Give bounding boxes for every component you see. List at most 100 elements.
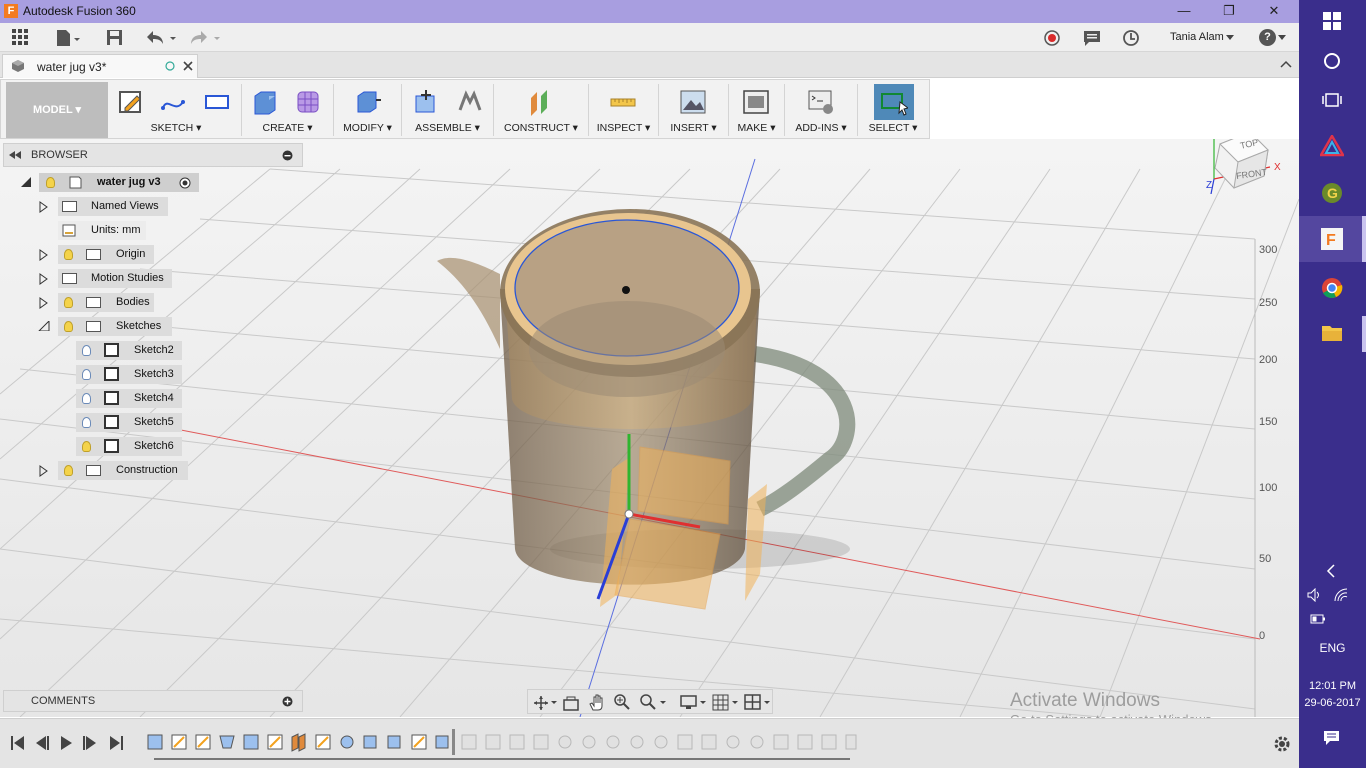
visibility-bulb-icon[interactable] [82,441,91,452]
construct-group[interactable]: CONSTRUCT ▾ [494,84,589,136]
expand-triangle-icon[interactable] [39,465,48,477]
minimize-button[interactable]: — [1161,0,1207,23]
modify-group[interactable]: MODIFY ▾ [334,84,402,136]
clock-date[interactable]: 29-06-2017 [1299,697,1366,709]
collapse-triangle-icon[interactable] [38,321,50,331]
tree-item-sketch6[interactable]: Sketch6 [76,437,182,456]
timeline-marker[interactable] [452,729,455,755]
tree-item-sketch2[interactable]: Sketch2 [76,341,182,360]
expand-triangle-icon[interactable] [39,297,48,309]
tree-item-origin[interactable]: Origin [58,245,154,264]
visibility-bulb-icon[interactable] [64,297,73,308]
visibility-bulb-icon[interactable] [64,321,73,332]
tree-item-sketch4[interactable]: Sketch4 [76,389,182,408]
new-component-icon[interactable] [412,88,440,116]
add-comment-icon[interactable] [282,696,293,707]
data-panel-grid-icon[interactable] [12,29,30,47]
restore-button[interactable]: ❐ [1206,0,1252,23]
create-group[interactable]: CREATE ▾ [242,84,334,136]
tree-item-sketches[interactable]: Sketches [58,317,172,336]
inspect-group[interactable]: INSPECT ▾ [589,84,659,136]
3d-print-icon[interactable] [742,88,770,116]
collapse-panel-icon[interactable] [9,151,21,160]
undo-icon[interactable] [145,29,179,47]
document-tab[interactable]: water jug v3* [2,54,198,78]
look-at-icon[interactable] [563,695,579,711]
browser-panel-header[interactable]: BROWSER [3,143,303,167]
tree-item-units[interactable]: Units: mm [58,221,146,240]
cortana-search-icon[interactable] [1323,52,1341,70]
expand-triangle-icon[interactable] [20,177,32,187]
visibility-bulb-icon[interactable] [46,177,55,188]
tree-item-sketch3[interactable]: Sketch3 [76,365,182,384]
collapse-ribbon-icon[interactable] [1280,60,1292,68]
hidden-bulb-icon[interactable] [82,393,91,404]
zoom-icon[interactable] [614,694,630,711]
make-group[interactable]: MAKE ▾ [729,84,785,136]
fusion-taskbar-icon[interactable]: F [1321,228,1343,250]
action-center-icon[interactable] [1323,730,1340,746]
timeline-settings-gear-icon[interactable] [1273,735,1291,753]
line-icon[interactable] [159,88,187,116]
measure-icon[interactable] [609,88,637,116]
tree-item-construction[interactable]: Construction [58,461,188,480]
select-group[interactable]: SELECT ▾ [858,84,928,136]
offset-plane-icon[interactable] [527,88,555,116]
orbit-icon[interactable] [533,695,557,711]
hidden-bulb-icon[interactable] [82,345,91,356]
timeline-suppressed-features[interactable] [458,731,858,753]
fit-view-icon[interactable] [640,694,668,711]
tree-item-motion-studies[interactable]: Motion Studies [58,269,172,288]
close-button[interactable]: ✕ [1251,0,1297,23]
activate-component-icon[interactable] [179,177,191,189]
help-button[interactable]: ? [1259,29,1276,46]
help-chevron-icon[interactable] [1278,35,1287,41]
assemble-group[interactable]: ASSEMBLE ▾ [402,84,494,136]
visibility-bulb-icon[interactable] [64,249,73,260]
tree-item-sketch5[interactable]: Sketch5 [76,413,182,432]
grid-settings-icon[interactable] [712,694,740,711]
expand-triangle-icon[interactable] [39,249,48,261]
timeline-features[interactable] [146,731,456,753]
wifi-icon[interactable] [1333,588,1349,602]
volume-icon[interactable] [1307,588,1323,602]
user-menu[interactable]: Tania Alam [1170,31,1224,43]
rectangle-icon[interactable] [203,88,231,116]
extrude-icon[interactable] [251,88,279,116]
record-icon[interactable] [1044,30,1061,47]
insert-image-icon[interactable] [679,88,707,116]
chrome-icon[interactable] [1321,277,1343,299]
sketch-group[interactable]: SKETCH ▾ [111,84,242,136]
battery-icon[interactable] [1310,613,1326,625]
job-status-icon[interactable] [1123,30,1140,47]
pan-hand-icon[interactable] [589,694,605,711]
joint-icon[interactable] [456,88,484,116]
visibility-bulb-icon[interactable] [64,465,73,476]
notifications-icon[interactable] [1083,30,1101,47]
add-ins-group[interactable]: ADD-INS ▾ [785,84,858,136]
input-language[interactable]: ENG [1299,641,1366,655]
show-hidden-icons-chevron-icon[interactable] [1326,564,1336,578]
hidden-bulb-icon[interactable] [82,417,91,428]
hidden-bulb-icon[interactable] [82,369,91,380]
windows-start-icon[interactable] [1323,12,1341,30]
close-tab-icon[interactable] [183,61,193,71]
timeline-playback-controls[interactable] [10,735,128,751]
view-cube[interactable]: TOP FRONT X Y Z [1200,139,1290,194]
create-sketch-icon[interactable] [117,88,145,116]
tree-item-named-views[interactable]: Named Views [58,197,168,216]
chevron-down-icon[interactable] [1226,35,1235,41]
autodesk-app-icon[interactable] [1320,135,1344,157]
expand-triangle-icon[interactable] [39,201,48,213]
browser-options-icon[interactable] [282,150,293,161]
task-view-icon[interactable] [1322,91,1342,109]
tree-item-bodies[interactable]: Bodies [58,293,154,312]
green-g-app-icon[interactable]: G [1321,182,1343,204]
comments-panel-header[interactable]: COMMENTS [3,690,303,712]
root-component-row[interactable]: water jug v3 [39,173,199,192]
redo-icon[interactable] [189,29,223,47]
save-icon[interactable] [106,29,124,47]
display-settings-icon[interactable] [680,694,708,711]
clock-time[interactable]: 12:01 PM [1299,680,1366,692]
file-menu-icon[interactable] [55,29,81,47]
